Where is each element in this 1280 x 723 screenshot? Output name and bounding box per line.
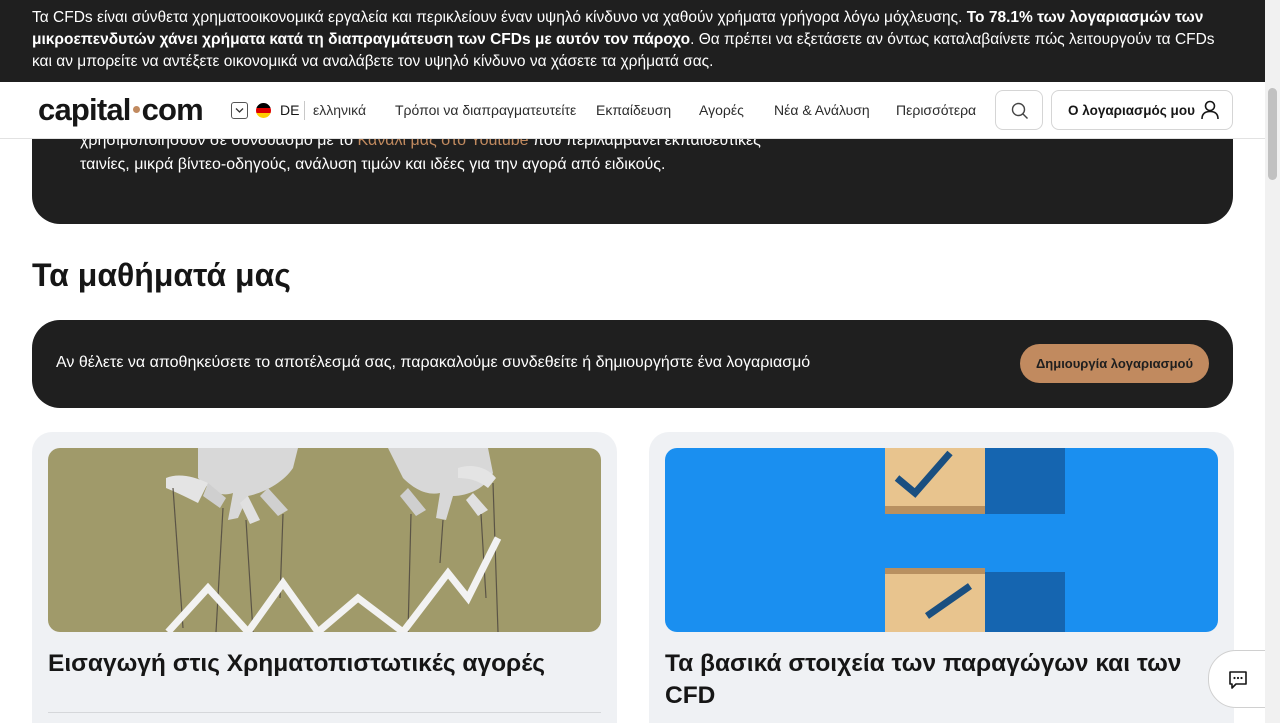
country-code[interactable]: DE [280,102,299,118]
chat-button[interactable] [1208,650,1268,708]
search-icon [1011,102,1028,119]
my-account-label: Ο λογαριασμός μου [1068,103,1195,118]
course-image-illustration [48,448,601,632]
logo-text-left: capital [38,92,131,127]
logo-text-right: com [141,92,204,127]
intro-text-line2: ταινίες, μικρά βίντεο-οδηγούς, ανάλυση τ… [80,156,666,173]
language-dropdown-toggle[interactable] [231,102,248,119]
course-title[interactable]: Τα βασικά στοιχεία των παραγώγων και των… [665,648,1205,712]
germany-flag-icon[interactable] [256,103,271,118]
nav-more[interactable]: Περισσότερα [896,102,976,118]
checkbox-ticks-image[interactable] [665,448,1218,632]
chat-icon [1229,671,1247,689]
save-progress-bar: Αν θέλετε να αποθηκεύσετε το αποτέλεσμά … [32,320,1233,408]
language-selector[interactable]: ελληνικά [313,102,366,118]
page-scrollbar[interactable] [1265,0,1280,723]
capital-com-logo[interactable]: capital com [38,92,204,128]
user-icon [1201,100,1219,120]
course-image-illustration [665,448,1218,632]
save-progress-message: Αν θέλετε να αποθηκεύσετε το αποτέλεσμά … [56,354,811,371]
course-card[interactable]: Τα βασικά στοιχεία των παραγώγων και των… [649,432,1234,723]
risk-warning-banner: Τα CFDs είναι σύνθετα χρηματοοικονομικά … [0,0,1265,82]
scrollbar-thumb[interactable] [1268,88,1277,180]
logo-dot [132,106,140,114]
risk-warning-text: Τα CFDs είναι σύνθετα χρηματοοικονομικά … [32,9,967,26]
puppet-hands-chart-image[interactable] [48,448,601,632]
nav-education[interactable]: Εκπαίδευση [596,102,671,118]
nav-news-analysis[interactable]: Νέα & Ανάλυση [774,102,870,118]
chevron-down-icon [235,108,244,113]
course-card[interactable]: Εισαγωγή στις Χρηματοπιστωτικές αγορές [32,432,617,723]
search-button[interactable] [995,90,1043,130]
site-header: capital com DE ελληνικά Τρόποι να διαπραγ… [0,82,1265,139]
courses-section-title: Τα μαθήματά μας [32,257,291,293]
nav-ways-to-trade[interactable]: Τρόποι να διαπραγματευτείτε [395,102,576,118]
create-account-button[interactable]: Δημιουργία λογαριασμού [1020,344,1209,383]
nav-markets[interactable]: Αγορές [699,102,744,118]
card-divider [48,712,601,713]
course-title[interactable]: Εισαγωγή στις Χρηματοπιστωτικές αγορές [48,648,588,680]
language-divider [304,101,305,120]
my-account-button[interactable]: Ο λογαριασμός μου [1051,90,1233,130]
